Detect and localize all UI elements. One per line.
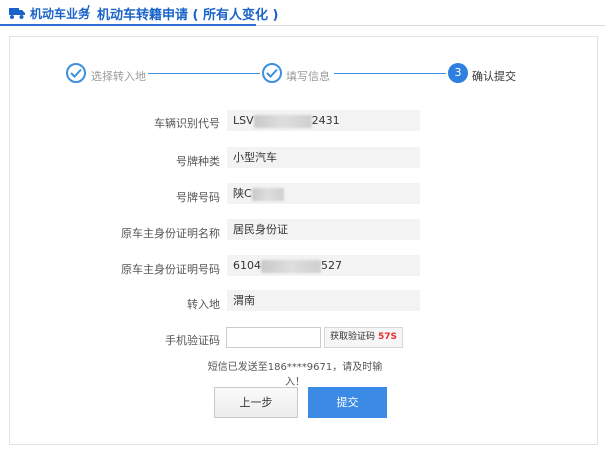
- id-no-redaction: [261, 259, 321, 273]
- phone-code-label: 手机验证码: [165, 334, 220, 347]
- step-3-number-icon: 3: [448, 63, 468, 83]
- get-code-label: 获取验证码: [329, 332, 375, 342]
- vin-label: 车辆识别代号: [154, 117, 220, 130]
- plate-no-prefix: 陕C: [233, 187, 252, 200]
- submit-button[interactable]: 提交: [308, 387, 387, 418]
- plate-type-label: 号牌种类: [176, 155, 220, 168]
- breadcrumb-root[interactable]: 机动车业务: [30, 5, 90, 22]
- step-1-label: 选择转入地: [91, 70, 146, 83]
- plate-no-label: 号牌号码: [176, 191, 220, 204]
- breadcrumb-separator: /: [85, 4, 90, 19]
- get-code-button[interactable]: 获取验证码 57S: [324, 327, 403, 348]
- dest-label: 转入地: [187, 298, 220, 311]
- id-no-label: 原车主身份证明号码: [121, 263, 220, 276]
- header-accent-bar: [0, 24, 256, 26]
- vin-suffix: 2431: [311, 114, 340, 127]
- id-no-value: 6104 527: [227, 255, 420, 276]
- step-1-check-icon: [66, 63, 86, 83]
- plate-type-value: 小型汽车: [227, 147, 420, 168]
- step-2-check-icon: [262, 63, 282, 83]
- step-connector-2: [334, 73, 446, 74]
- plate-no-redaction: [251, 187, 284, 201]
- id-type-value: 居民身份证: [227, 219, 420, 240]
- dest-value: 渭南: [227, 290, 420, 311]
- phone-code-input[interactable]: [226, 327, 321, 348]
- step-3-label: 确认提交: [472, 70, 516, 83]
- step-2-label: 填写信息: [286, 70, 330, 83]
- vin-value: LSV 2431: [227, 110, 420, 131]
- id-type-label: 原车主身份证明名称: [121, 227, 220, 240]
- page-header: 机动车业务 / 机动车转籍申请 ( 所有人变化 ): [0, 0, 605, 30]
- page-title: 机动车转籍申请 ( 所有人变化 ): [97, 8, 279, 23]
- vin-redaction: [253, 114, 312, 128]
- id-no-prefix: 6104: [233, 259, 261, 272]
- id-no-suffix: 527: [321, 259, 342, 272]
- vin-prefix: LSV: [233, 114, 254, 127]
- prev-step-button[interactable]: 上一步: [214, 387, 298, 418]
- sms-sent-message: 短信已发送至186****9671，请及时输入！: [207, 362, 383, 388]
- countdown-text: 57S: [378, 332, 398, 342]
- plate-no-value: 陕C: [227, 183, 420, 204]
- truck-icon: [9, 8, 25, 19]
- step-connector-1: [148, 73, 260, 74]
